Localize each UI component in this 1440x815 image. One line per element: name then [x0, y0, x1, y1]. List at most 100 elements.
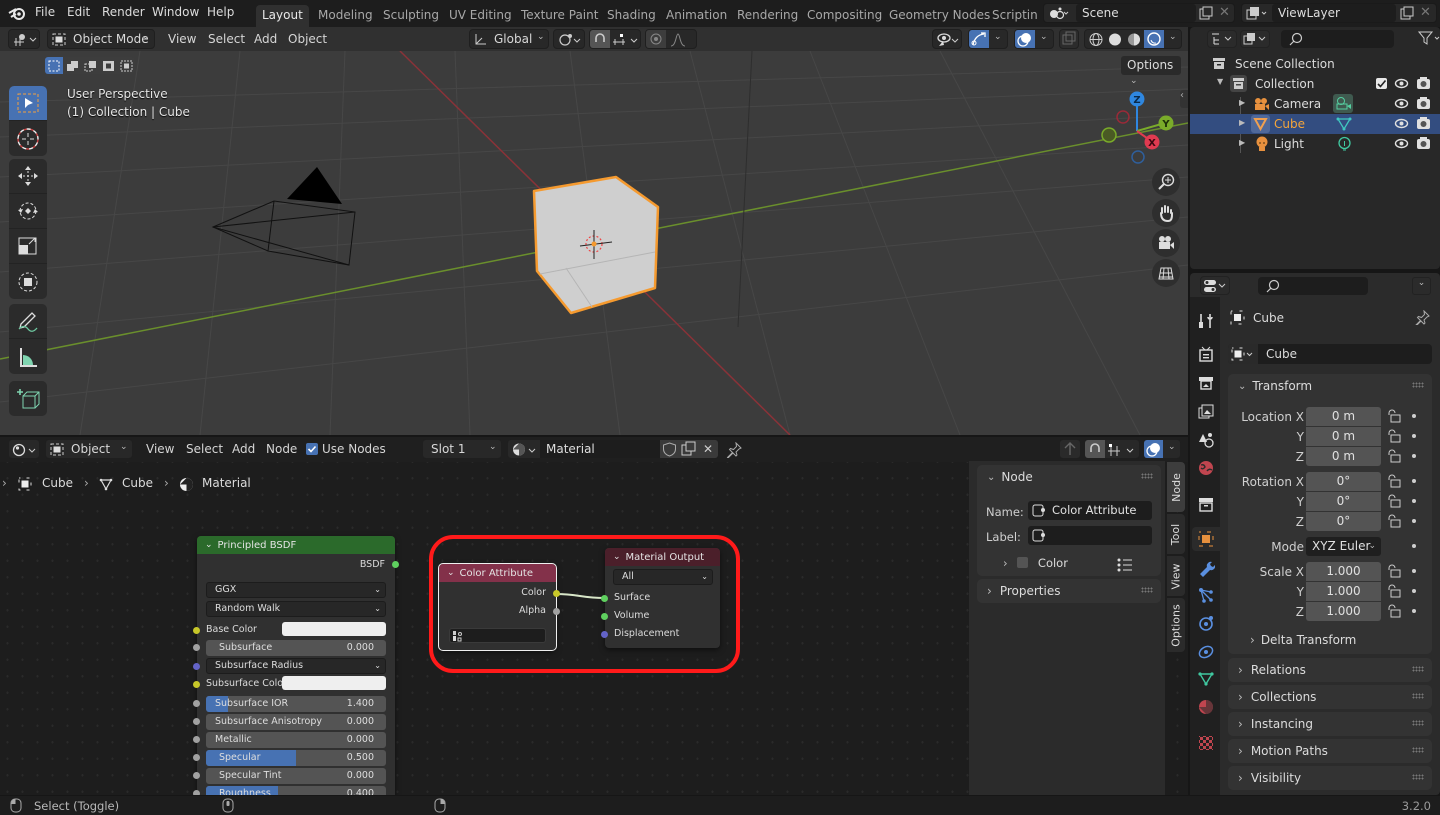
keyframe-dot[interactable]: [1412, 414, 1416, 418]
cube-object[interactable]: [532, 175, 660, 315]
select-extend-button[interactable]: [63, 57, 81, 74]
menu-edit[interactable]: Edit: [67, 5, 90, 19]
select-new-button[interactable]: [45, 57, 63, 74]
lock-icon[interactable]: [1386, 514, 1402, 528]
tab-geometry-nodes[interactable]: Geometry Nodes: [883, 5, 996, 27]
drag-grip-icon[interactable]: [1412, 747, 1424, 753]
collections-panel[interactable]: › Collections: [1228, 685, 1432, 709]
collapse-chevron-icon[interactable]: ⌄: [613, 552, 621, 562]
properties-editor-type[interactable]: [1200, 276, 1230, 295]
tab-collection[interactable]: [1194, 492, 1218, 516]
subsurface-radius-dropdown[interactable]: Subsurface Radius ⌄: [206, 658, 386, 674]
remove-scene-icon[interactable]: ✕: [1219, 5, 1230, 20]
material-output-header[interactable]: ⌄ Material Output: [605, 548, 720, 566]
chevron-down-icon[interactable]: ⌄: [1168, 442, 1176, 452]
eye-icon[interactable]: [1394, 77, 1409, 90]
tab-scene[interactable]: [1194, 428, 1218, 452]
node-snap-group[interactable]: [1084, 439, 1140, 459]
input-socket[interactable]: [193, 718, 200, 725]
eye-icon[interactable]: [1394, 97, 1409, 110]
eye-icon[interactable]: [1394, 137, 1409, 150]
tab-layout[interactable]: Layout: [256, 5, 309, 27]
node-overlays-active[interactable]: [1144, 440, 1163, 458]
visibility-panel[interactable]: › Visibility: [1228, 766, 1432, 790]
keyframe-dot[interactable]: [1412, 434, 1416, 438]
transform-orientation-dropdown[interactable]: Global ⌄: [469, 29, 549, 49]
pivot-point-button[interactable]: [553, 29, 585, 49]
render-camera-icon[interactable]: [1416, 136, 1431, 150]
rotation-y-field[interactable]: 0°: [1306, 492, 1381, 511]
falloff-icon[interactable]: [670, 32, 694, 47]
drag-grip-icon[interactable]: [1412, 693, 1424, 699]
lock-icon[interactable]: [1386, 429, 1402, 443]
node-color-checkbox[interactable]: [1017, 557, 1029, 568]
node-overlays-toggle[interactable]: ⌄: [1143, 439, 1181, 459]
keyframe-dot[interactable]: [1412, 479, 1416, 483]
drag-grip-icon[interactable]: [1141, 587, 1153, 593]
node-label-field[interactable]: [1028, 526, 1152, 545]
menu-file[interactable]: File: [35, 5, 55, 19]
expand-arrow-icon[interactable]: ▶: [1239, 138, 1245, 147]
input-socket[interactable]: [193, 644, 200, 651]
object-visibility-button[interactable]: [932, 29, 962, 49]
snap-group[interactable]: [589, 29, 641, 49]
mesh-data-icon[interactable]: [1336, 116, 1352, 132]
location-y-field[interactable]: 0 m: [1306, 427, 1381, 446]
node-value-slider[interactable]: Specular 0.500: [206, 750, 386, 766]
keyframe-dot[interactable]: [1412, 589, 1416, 593]
delta-transform-subpanel[interactable]: › Delta Transform: [1250, 633, 1356, 647]
lock-icon[interactable]: [1386, 584, 1402, 598]
scale-x-field[interactable]: 1.000: [1306, 562, 1381, 581]
proportional-edit-group[interactable]: [645, 29, 697, 49]
object-name-field[interactable]: Cube: [1228, 344, 1432, 364]
subsurface-radius-socket[interactable]: [193, 663, 200, 670]
chevron-down-icon[interactable]: ⌄: [1169, 32, 1177, 42]
subsurface-color-socket[interactable]: [193, 681, 200, 688]
duplicate-scene-icon[interactable]: [1199, 6, 1213, 20]
outliner-view-layer-button[interactable]: [1240, 30, 1270, 48]
tab-shading[interactable]: Shading: [601, 5, 662, 27]
properties-options-dropdown[interactable]: ⌄: [1412, 277, 1431, 295]
render-target-dropdown[interactable]: All ⌄: [613, 569, 713, 585]
keyframe-dot[interactable]: [1412, 569, 1416, 573]
snap-target-icon[interactable]: [612, 32, 640, 47]
chevron-down-icon[interactable]: ⌄: [1040, 32, 1048, 42]
tab-modifiers[interactable]: [1194, 556, 1218, 580]
node-value-slider[interactable]: Metallic 0.000: [206, 732, 386, 748]
3d-viewport[interactable]: Object Mode ⌄ View Select Add Object Glo…: [0, 27, 1188, 435]
tab-output[interactable]: [1194, 371, 1218, 395]
tool-annotate[interactable]: [9, 304, 47, 339]
lock-icon[interactable]: [1386, 449, 1402, 463]
gizmo-active[interactable]: [969, 30, 989, 48]
light-data-icon[interactable]: [1337, 136, 1352, 152]
instancing-panel[interactable]: › Instancing: [1228, 712, 1432, 736]
zoom-view-button[interactable]: [1152, 168, 1180, 196]
select-intersect-button[interactable]: [117, 57, 135, 74]
overlays-active[interactable]: [1015, 30, 1035, 48]
snap-toggle[interactable]: [590, 30, 610, 48]
tab-texture[interactable]: [1194, 731, 1218, 755]
tool-scale[interactable]: [9, 229, 47, 264]
outliner-item-cube[interactable]: ▶ Cube: [1190, 114, 1440, 134]
outliner-item-camera[interactable]: ▶ Camera: [1190, 94, 1440, 114]
tab-modeling[interactable]: Modeling: [312, 5, 379, 27]
sidebar-tab-tool[interactable]: Tool: [1167, 514, 1185, 554]
node-value-slider[interactable]: Specular Tint 0.000: [206, 768, 386, 784]
mode-dropdown[interactable]: Object Mode ⌄: [47, 29, 155, 49]
tool-transform[interactable]: [9, 264, 47, 299]
scale-y-field[interactable]: 1.000: [1306, 582, 1381, 601]
tab-particles[interactable]: [1194, 583, 1218, 607]
scene-name[interactable]: Scene: [1076, 4, 1196, 22]
rotation-x-field[interactable]: 0°: [1306, 472, 1381, 491]
tab-compositing[interactable]: Compositing: [801, 5, 888, 27]
keyframe-dot[interactable]: [1412, 544, 1416, 548]
displacement-input-socket[interactable]: [601, 631, 608, 638]
node-value-slider[interactable]: Subsurface IOR 1.400: [206, 696, 386, 712]
input-socket[interactable]: [193, 790, 200, 795]
snap-grid-icon[interactable]: [1107, 442, 1137, 457]
subsurface-method-dropdown[interactable]: Random Walk ⌄: [206, 601, 386, 617]
drag-grip-icon[interactable]: [1412, 774, 1424, 780]
tab-object[interactable]: [1192, 527, 1220, 551]
shading-mode-group[interactable]: ⌄: [1084, 29, 1182, 49]
viewport-menu-view[interactable]: View: [168, 32, 196, 46]
